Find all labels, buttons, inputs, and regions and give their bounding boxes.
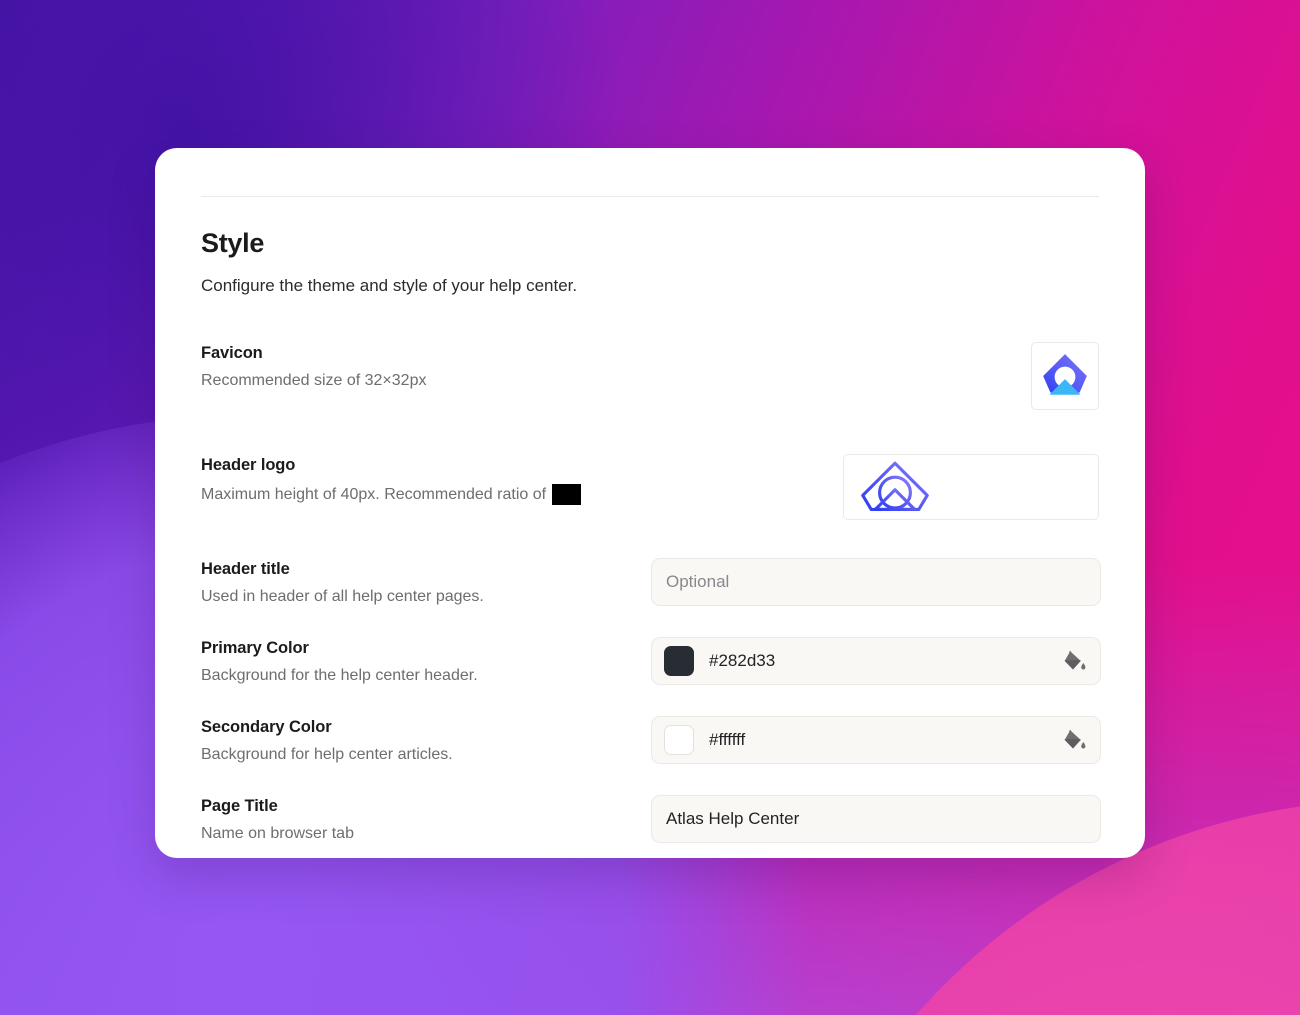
row-header-title: Header title Used in header of all help … xyxy=(201,558,1101,606)
secondary-color-description: Background for help center articles. xyxy=(201,746,453,763)
page-title: Style xyxy=(201,228,265,258)
page-title-input[interactable]: Atlas Help Center xyxy=(651,795,1101,843)
primary-color-input[interactable]: #282d33 xyxy=(651,637,1101,685)
page-title-control: Atlas Help Center xyxy=(651,795,1101,843)
page-subtitle: Configure the theme and style of your he… xyxy=(201,276,578,295)
row-favicon: Favicon Recommended size of 32×32px xyxy=(201,342,1099,410)
favicon-upload-preview[interactable] xyxy=(1031,342,1099,410)
row-primary-color: Primary Color Background for the help ce… xyxy=(201,637,1101,685)
secondary-color-value: #ffffff xyxy=(709,730,746,749)
header-logo-labels: Header logo Maximum height of 40px. Reco… xyxy=(201,454,651,505)
header-title-label: Header title xyxy=(201,560,290,578)
page-title-field-label: Page Title xyxy=(201,797,278,815)
primary-color-control: #282d33 xyxy=(651,637,1101,685)
atlas-diamond-logo-filled-icon xyxy=(1043,354,1087,395)
page-title-value: Atlas Help Center xyxy=(666,809,800,828)
favicon-label: Favicon xyxy=(201,344,263,362)
primary-color-description: Background for the help center header. xyxy=(201,667,478,684)
header-title-control: Optional xyxy=(651,558,1101,606)
row-page-title: Page Title Name on browser tab Atlas Hel… xyxy=(201,795,1101,843)
paint-bucket-icon[interactable] xyxy=(1061,648,1087,674)
style-settings-card: Style Configure the theme and style of y… xyxy=(155,148,1145,858)
page-title-labels: Page Title Name on browser tab xyxy=(201,795,651,843)
header-logo-description: Maximum height of 40px. Recommended rati… xyxy=(201,485,547,503)
paint-bucket-icon[interactable] xyxy=(1061,727,1087,753)
secondary-color-input[interactable]: #ffffff xyxy=(651,716,1101,764)
secondary-color-swatch[interactable] xyxy=(664,725,694,755)
redacted-ratio-box xyxy=(552,484,582,505)
secondary-color-labels: Secondary Color Background for help cent… xyxy=(201,716,651,764)
primary-color-label: Primary Color xyxy=(201,639,309,657)
page-title-description: Name on browser tab xyxy=(201,825,354,842)
primary-color-value: #282d33 xyxy=(709,651,776,670)
header-logo-description-wrap: Maximum height of 40px. Recommended rati… xyxy=(201,484,651,505)
header-title-placeholder: Optional xyxy=(666,572,730,591)
secondary-color-label: Secondary Color xyxy=(201,718,332,736)
row-secondary-color: Secondary Color Background for help cent… xyxy=(201,716,1101,764)
primary-color-swatch[interactable] xyxy=(664,646,694,676)
header-title-input[interactable]: Optional xyxy=(651,558,1101,606)
header-title-labels: Header title Used in header of all help … xyxy=(201,558,651,606)
atlas-diamond-logo-outline-icon xyxy=(861,461,929,511)
primary-color-labels: Primary Color Background for the help ce… xyxy=(201,637,651,685)
favicon-labels: Favicon Recommended size of 32×32px xyxy=(201,342,651,390)
secondary-color-control: #ffffff xyxy=(651,716,1101,764)
row-header-logo: Header logo Maximum height of 40px. Reco… xyxy=(201,454,1099,520)
header-logo-control xyxy=(651,454,1099,520)
card-top-divider xyxy=(201,196,1099,197)
header-logo-upload-preview[interactable] xyxy=(843,454,1099,520)
header-logo-label: Header logo xyxy=(201,456,296,474)
header-title-description: Used in header of all help center pages. xyxy=(201,588,484,605)
favicon-control xyxy=(651,342,1099,410)
favicon-description: Recommended size of 32×32px xyxy=(201,372,427,389)
